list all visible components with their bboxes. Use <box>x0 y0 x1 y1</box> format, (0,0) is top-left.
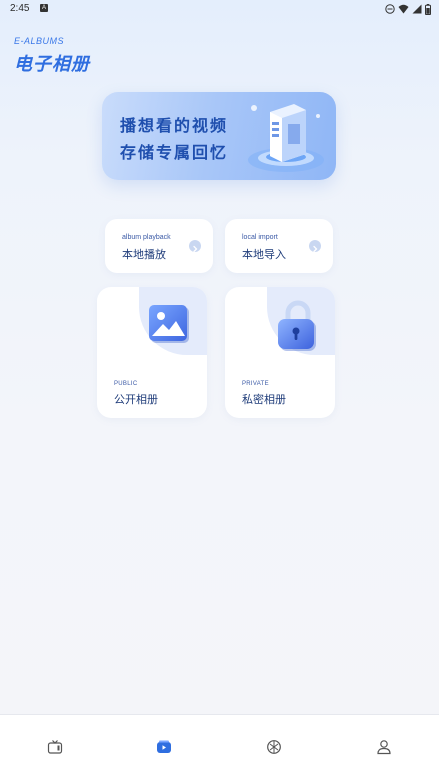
private-album-card[interactable]: PRIVATE 私密相册 <box>225 287 335 418</box>
storage-illustration-icon <box>248 104 324 172</box>
brand-subtitle: E-ALBUMS <box>14 36 65 46</box>
album-playback-label: 本地播放 <box>122 248 166 261</box>
local-import-en: local import <box>242 234 278 241</box>
padlock-icon <box>278 300 316 351</box>
chevron-right-icon <box>189 240 201 253</box>
dnd-icon <box>385 4 395 14</box>
banner-line-2: 存储专属回忆 <box>120 143 229 162</box>
banner-line-1: 播想看的视频 <box>120 116 229 135</box>
album-icon[interactable] <box>156 739 172 755</box>
wifi-icon <box>398 4 409 14</box>
album-playback-en: album playback <box>122 234 171 241</box>
chevron-right-icon <box>309 240 321 253</box>
local-import-label: 本地导入 <box>242 248 286 261</box>
promo-banner[interactable]: 播想看的视频 存储专属回忆 <box>102 92 336 180</box>
status-bar: 2:45 A <box>0 0 439 18</box>
private-album-label: 私密相册 <box>242 393 286 406</box>
image-icon <box>149 305 189 343</box>
bottom-nav <box>0 714 439 782</box>
public-album-en: PUBLIC <box>114 381 138 387</box>
private-album-en: PRIVATE <box>242 381 269 387</box>
status-icons <box>385 3 431 15</box>
page-title: 电子相册 <box>14 54 90 75</box>
a-icon: A <box>40 4 48 12</box>
tv-icon[interactable] <box>47 739 63 755</box>
local-import-card[interactable]: local import 本地导入 <box>225 219 333 273</box>
signal-icon <box>412 4 422 14</box>
aperture-icon[interactable] <box>266 739 282 755</box>
battery-icon <box>425 3 431 15</box>
album-playback-card[interactable]: album playback 本地播放 <box>105 219 213 273</box>
public-album-label: 公开相册 <box>114 393 158 406</box>
public-album-card[interactable]: PUBLIC 公开相册 <box>97 287 207 418</box>
user-icon[interactable] <box>376 739 392 755</box>
status-time: 2:45 <box>10 3 30 14</box>
